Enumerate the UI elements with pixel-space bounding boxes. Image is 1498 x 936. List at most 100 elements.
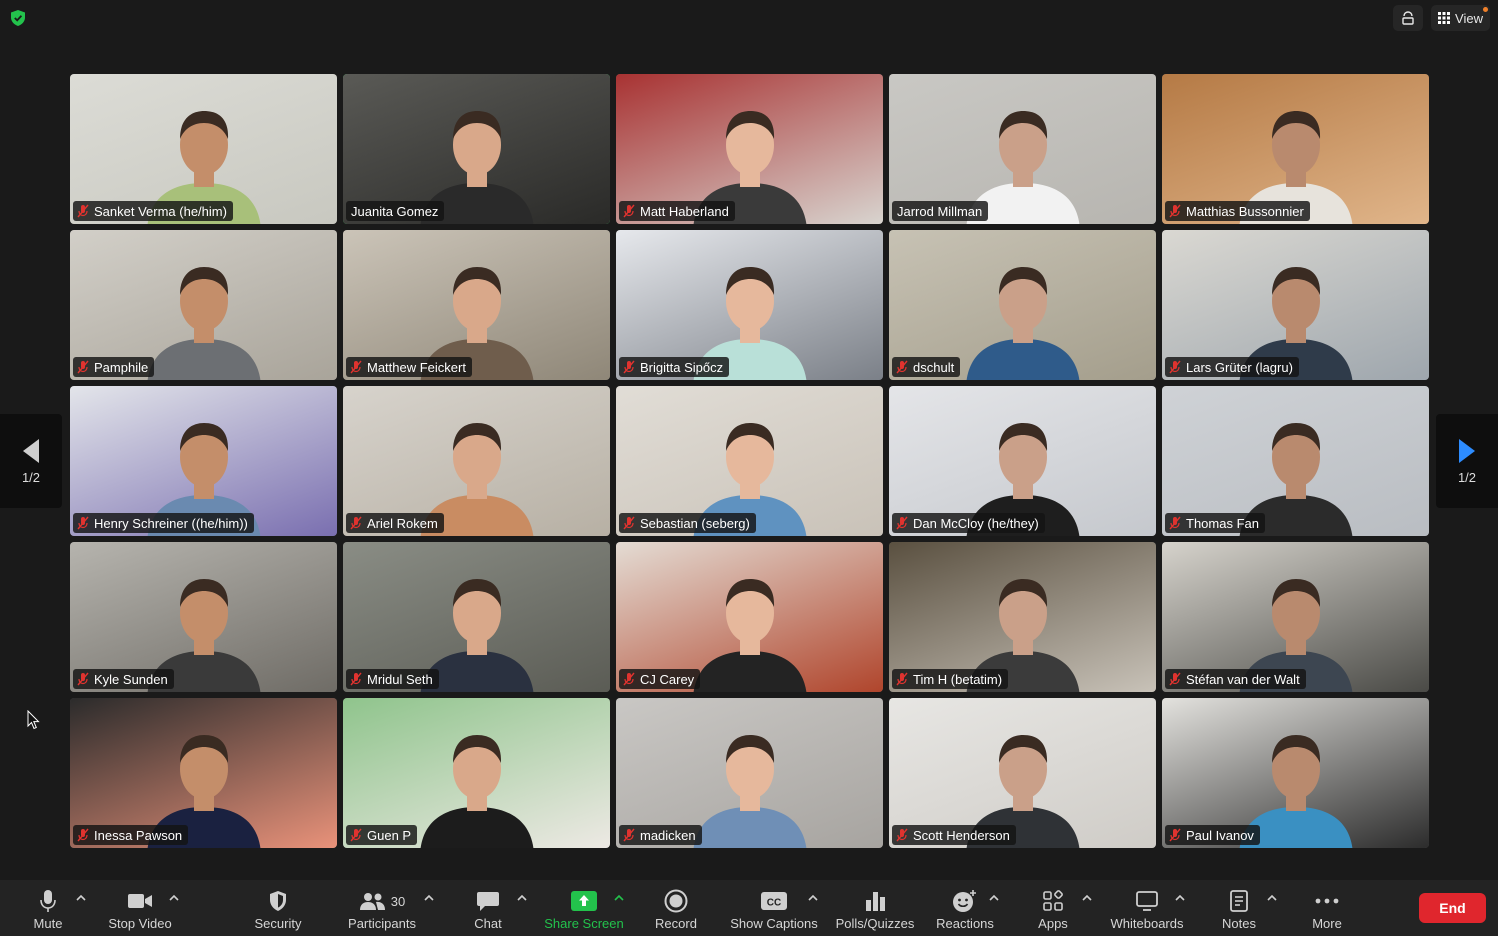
chat-button[interactable]: Chat: [468, 880, 508, 936]
notes-button[interactable]: Notes: [1218, 880, 1260, 936]
more-button[interactable]: More: [1307, 880, 1347, 936]
participant-tile[interactable]: Paul Ivanov: [1162, 698, 1429, 848]
video-options-chevron-icon[interactable]: [169, 893, 179, 903]
participant-tile[interactable]: Mridul Seth: [343, 542, 610, 692]
participant-name: Tim H (betatim): [913, 671, 1003, 687]
participant-nameplate: Dan McCloy (he/they): [892, 513, 1045, 533]
share-options-chevron-icon[interactable]: [614, 893, 624, 903]
whiteboards-button[interactable]: Whiteboards: [1106, 880, 1188, 936]
participant-tile[interactable]: Tim H (betatim): [889, 542, 1156, 692]
next-page-button[interactable]: 1/2: [1436, 414, 1498, 508]
participant-tile[interactable]: Juanita Gomez: [343, 74, 610, 224]
muted-microphone-icon: [896, 360, 908, 374]
security-button[interactable]: Security: [248, 880, 308, 936]
participant-tile[interactable]: Sebastian (seberg): [616, 386, 883, 536]
participant-nameplate: Scott Henderson: [892, 825, 1016, 845]
muted-microphone-icon: [350, 516, 362, 530]
muted-microphone-icon: [77, 672, 89, 686]
encryption-shield-icon[interactable]: [9, 9, 27, 27]
participant-tile[interactable]: Inessa Pawson: [70, 698, 337, 848]
muted-microphone-icon: [896, 672, 908, 686]
record-button[interactable]: Record: [650, 880, 702, 936]
audio-options-chevron-icon[interactable]: [76, 893, 86, 903]
arrow-left-icon: [23, 438, 39, 463]
participant-tile[interactable]: Kyle Sunden: [70, 542, 337, 692]
immersive-icon: [1402, 11, 1414, 25]
participant-tile[interactable]: Henry Schreiner ((he/him)): [70, 386, 337, 536]
apps-options-chevron-icon[interactable]: [1082, 893, 1092, 903]
participant-video-feed: [693, 579, 806, 692]
muted-microphone-icon: [1169, 672, 1181, 686]
participant-tile[interactable]: Lars Grüter (lagru): [1162, 230, 1429, 380]
participant-tile[interactable]: Matthias Bussonnier: [1162, 74, 1429, 224]
polls-quizzes-button[interactable]: Polls/Quizzes: [833, 880, 917, 936]
security-label: Security: [254, 916, 302, 931]
participant-nameplate: Kyle Sunden: [73, 669, 174, 689]
participant-tile[interactable]: Stéfan van der Walt: [1162, 542, 1429, 692]
participant-tile[interactable]: Dan McCloy (he/they): [889, 386, 1156, 536]
stop-video-button[interactable]: Stop Video: [103, 880, 177, 936]
participant-tile[interactable]: Jarrod Millman: [889, 74, 1156, 224]
participant-name: Stéfan van der Walt: [1186, 671, 1300, 687]
muted-microphone-icon: [1169, 828, 1181, 842]
participant-nameplate: Pamphile: [73, 357, 155, 377]
arrow-right-icon: [1459, 438, 1475, 463]
view-button[interactable]: View: [1431, 5, 1490, 31]
muted-microphone-icon: [77, 516, 89, 530]
mute-button[interactable]: Mute: [22, 880, 74, 936]
participants-count: 30: [390, 893, 406, 909]
participant-nameplate: Guen P: [346, 825, 418, 845]
notification-dot: [1483, 7, 1488, 12]
immersive-view-button[interactable]: [1393, 5, 1424, 31]
muted-microphone-icon: [623, 672, 635, 686]
participant-tile[interactable]: Scott Henderson: [889, 698, 1156, 848]
chat-options-chevron-icon[interactable]: [517, 893, 527, 903]
apps-icon: [1043, 890, 1063, 911]
previous-page-button[interactable]: 1/2: [0, 414, 62, 508]
mouse-cursor-icon: [27, 710, 40, 730]
participants-options-chevron-icon[interactable]: [424, 893, 434, 903]
chat-bubble-icon: [477, 892, 499, 911]
muted-microphone-icon: [77, 204, 89, 218]
mute-label: Mute: [33, 916, 63, 931]
participant-tile[interactable]: madicken: [616, 698, 883, 848]
chat-label: Chat: [474, 916, 502, 931]
participant-name: Thomas Fan: [1186, 515, 1259, 531]
participant-tile[interactable]: Thomas Fan: [1162, 386, 1429, 536]
show-captions-label: Show Captions: [730, 916, 818, 931]
participant-tile[interactable]: CJ Carey: [616, 542, 883, 692]
reactions-label: Reactions: [936, 916, 994, 931]
participant-nameplate: Brigitta Sipőcz: [619, 357, 730, 377]
participant-tile[interactable]: Sanket Verma (he/him): [70, 74, 337, 224]
participant-tile[interactable]: Pamphile: [70, 230, 337, 380]
muted-microphone-icon: [77, 360, 89, 374]
participant-tile[interactable]: Matt Haberland: [616, 74, 883, 224]
participant-name: Kyle Sunden: [94, 671, 168, 687]
notes-label: Notes: [1222, 916, 1256, 931]
participant-tile[interactable]: Ariel Rokem: [343, 386, 610, 536]
whiteboards-options-chevron-icon[interactable]: [1175, 893, 1185, 903]
participant-name: Matthias Bussonnier: [1186, 203, 1304, 219]
participant-tile[interactable]: Guen P: [343, 698, 610, 848]
participant-video-feed: [693, 735, 806, 848]
participant-tile[interactable]: Matthew Feickert: [343, 230, 610, 380]
more-dots-icon: [1315, 898, 1339, 904]
participant-name: Dan McCloy (he/they): [913, 515, 1039, 531]
participant-tile[interactable]: Brigitta Sipőcz: [616, 230, 883, 380]
notes-options-chevron-icon[interactable]: [1267, 893, 1277, 903]
participant-tile[interactable]: dschult: [889, 230, 1156, 380]
apps-button[interactable]: Apps: [1033, 880, 1073, 936]
share-screen-button[interactable]: Share Screen: [542, 880, 626, 936]
reactions-options-chevron-icon[interactable]: [989, 893, 999, 903]
end-meeting-button[interactable]: End: [1419, 893, 1486, 923]
participant-name: Pamphile: [94, 359, 149, 375]
muted-microphone-icon: [1169, 204, 1181, 218]
show-captions-button[interactable]: CC Show Captions: [727, 880, 821, 936]
video-camera-icon: [128, 894, 152, 908]
captions-options-chevron-icon[interactable]: [808, 893, 818, 903]
participant-name: madicken: [640, 827, 696, 843]
page-indicator-right: 1/2: [1457, 469, 1477, 485]
participants-button[interactable]: 30 Participants: [343, 880, 421, 936]
reactions-button[interactable]: Reactions: [934, 880, 996, 936]
participants-label: Participants: [348, 916, 416, 931]
